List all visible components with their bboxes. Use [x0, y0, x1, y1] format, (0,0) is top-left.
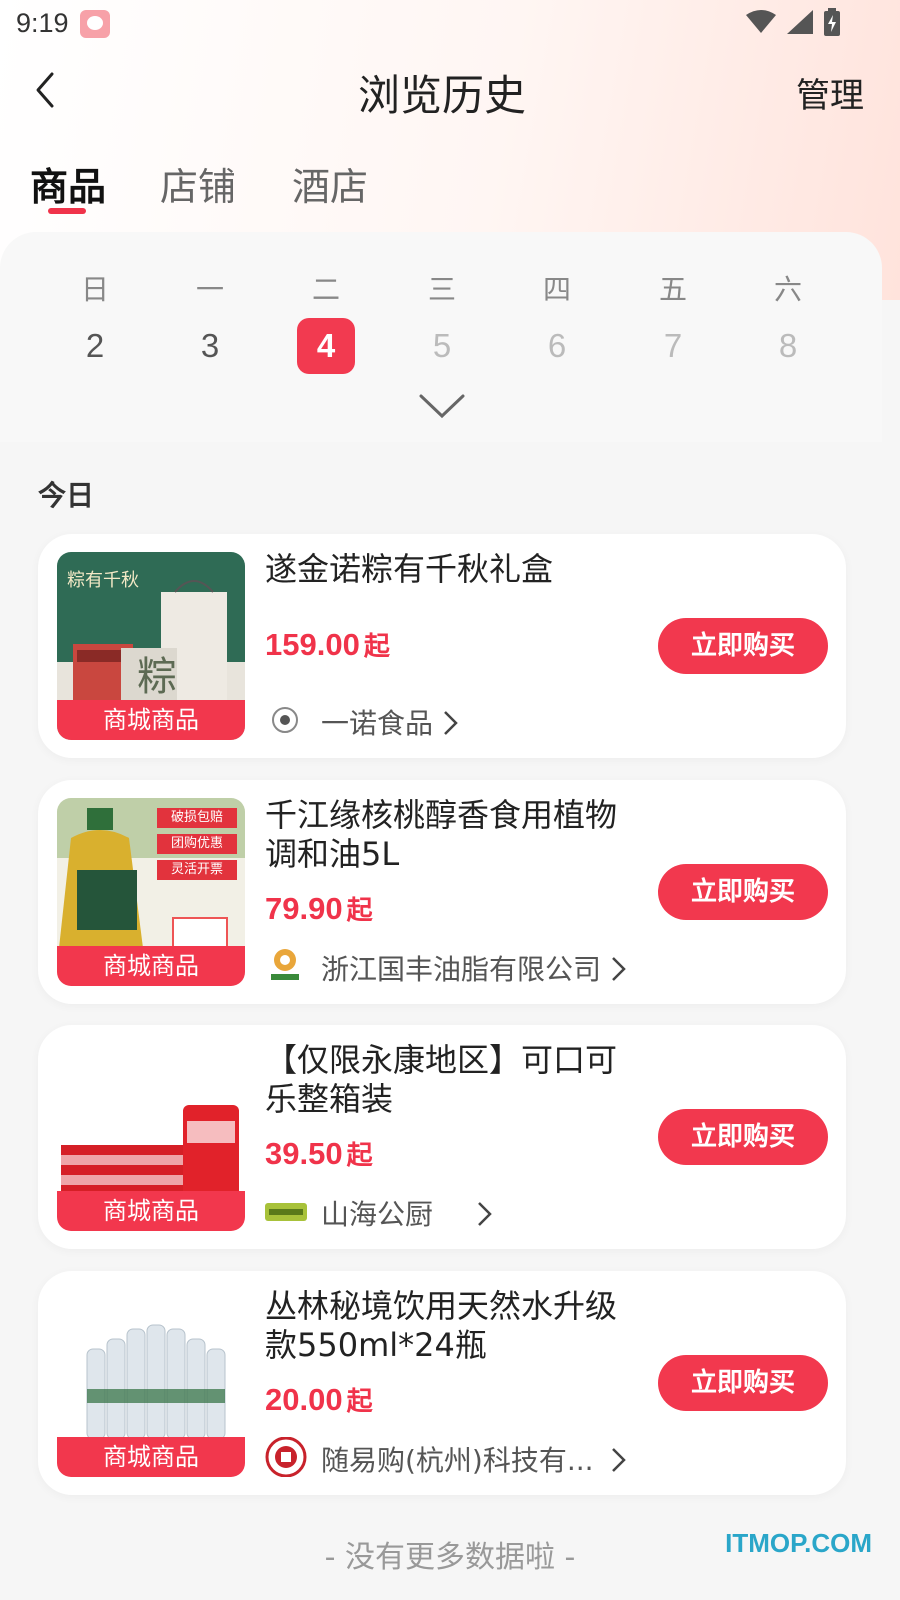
weekday-fri: 五 — [658, 273, 687, 306]
price-value: 39.50 — [265, 1136, 343, 1171]
page-title: 浏览历史 — [357, 71, 526, 120]
price-suffix: 起 — [346, 1141, 373, 1171]
product-image: 破损包赔 团购优惠 灵活开票 商城商品 — [57, 798, 245, 986]
shop-name: 随易购(杭州)科技有... — [321, 1444, 594, 1477]
section-label-today: 今日 — [38, 479, 95, 512]
product-card[interactable]: 破损包赔 团购优惠 灵活开票 商城商品 千江缘核桃醇香食用植物调和油5L 79.… — [38, 780, 846, 1004]
price-value: 20.00 — [265, 1382, 343, 1417]
active-tab-indicator — [48, 208, 86, 214]
product-title: 丛林秘境饮用天然水升级款550ml*24瓶 — [265, 1287, 618, 1364]
product-price: 20.00 起 — [265, 1381, 373, 1418]
date-8: 8 — [778, 327, 798, 364]
app-notification-icon — [80, 10, 110, 38]
weekday-tue: 二 — [311, 273, 340, 306]
weekday-sat: 六 — [773, 273, 802, 306]
product-title: 千江缘核桃醇香食用植物调和油5L — [265, 796, 618, 873]
buy-now-button[interactable]: 立即购买 — [658, 864, 828, 920]
price-value: 79.90 — [265, 891, 343, 926]
shop-name: 一诺食品 — [321, 707, 434, 740]
shop-name: 浙江国丰油脂有限公司 — [321, 953, 602, 986]
product-title: 【仅限永康地区】可口可乐整箱装 — [265, 1041, 618, 1118]
watermark: ITMOP.COM — [725, 1528, 872, 1558]
product-card[interactable]: 商城商品 【仅限永康地区】可口可乐整箱装 39.50 起 立即购买 山海公厨 — [38, 1025, 846, 1249]
date-5: 5 — [432, 327, 452, 364]
shop-logo-icon — [271, 949, 299, 980]
weekday-thu: 四 — [542, 273, 571, 306]
expand-calendar-chevron-icon[interactable] — [418, 392, 466, 422]
promo-badge: 破损包赔 — [157, 808, 237, 828]
price-suffix: 起 — [346, 896, 373, 926]
product-card[interactable]: 商城商品 丛林秘境饮用天然水升级款550ml*24瓶 20.00 起 立即购买 随… — [38, 1271, 846, 1495]
date-2[interactable]: 2 — [66, 318, 124, 374]
manage-button[interactable]: 管理 — [796, 68, 864, 117]
promo-badges: 破损包赔 团购优惠 灵活开票 — [157, 808, 237, 880]
tab-products[interactable]: 商品 — [30, 156, 106, 211]
status-icons — [740, 8, 840, 38]
shop-logo-icon — [265, 1203, 307, 1221]
product-tag: 商城商品 — [57, 700, 245, 740]
weekday-sun: 日 — [80, 273, 109, 306]
price-suffix: 起 — [363, 632, 390, 662]
promo-badge: 团购优惠 — [157, 834, 237, 854]
buy-now-button[interactable]: 立即购买 — [658, 1109, 828, 1165]
product-card[interactable]: 粽 粽有千秋 商城商品 遂金诺粽有千秋礼盒 159.00 起 立即购买 一诺食品 — [38, 534, 846, 758]
shop-logo-icon — [272, 707, 298, 733]
product-tag: 商城商品 — [57, 1437, 245, 1477]
product-title: 遂金诺粽有千秋礼盒 — [265, 550, 554, 588]
signal-icon — [786, 10, 813, 34]
date-6: 6 — [547, 327, 567, 364]
date-3[interactable]: 3 — [181, 318, 239, 374]
svg-text:粽: 粽 — [137, 654, 177, 700]
chevron-right-icon — [444, 711, 458, 735]
product-tag: 商城商品 — [57, 1191, 245, 1231]
price-suffix: 起 — [346, 1387, 373, 1417]
status-time: 9:19 — [16, 8, 69, 38]
weekday-mon: 一 — [195, 273, 224, 306]
wifi-icon — [745, 10, 776, 33]
product-image: 商城商品 — [57, 1043, 245, 1231]
tab-shops[interactable]: 店铺 — [160, 156, 236, 211]
product-price: 159.00 起 — [265, 626, 390, 663]
chevron-right-icon — [478, 1202, 492, 1226]
shop-name: 山海公厨 — [321, 1198, 434, 1231]
product-image: 商城商品 — [57, 1289, 245, 1477]
chevron-right-icon — [612, 1448, 626, 1472]
product-price: 79.90 起 — [265, 890, 373, 927]
tab-hotels[interactable]: 酒店 — [292, 156, 368, 211]
status-bar: 9:19 — [0, 0, 900, 46]
chevron-right-icon — [612, 957, 626, 981]
battery-icon — [824, 8, 840, 36]
product-image-caption: 粽有千秋 — [67, 570, 139, 591]
buy-now-button[interactable]: 立即购买 — [658, 1355, 828, 1411]
product-price: 39.50 起 — [265, 1135, 373, 1172]
promo-badge: 灵活开票 — [157, 860, 237, 880]
shop-logo-icon — [265, 1437, 307, 1477]
weekday-wed: 三 — [427, 273, 456, 306]
product-tag: 商城商品 — [57, 946, 245, 986]
product-image: 粽 粽有千秋 商城商品 — [57, 552, 245, 740]
price-value: 159.00 — [265, 627, 360, 662]
date-4-selected[interactable]: 4 — [297, 318, 355, 374]
buy-now-button[interactable]: 立即购买 — [658, 618, 828, 674]
date-7: 7 — [663, 327, 683, 364]
